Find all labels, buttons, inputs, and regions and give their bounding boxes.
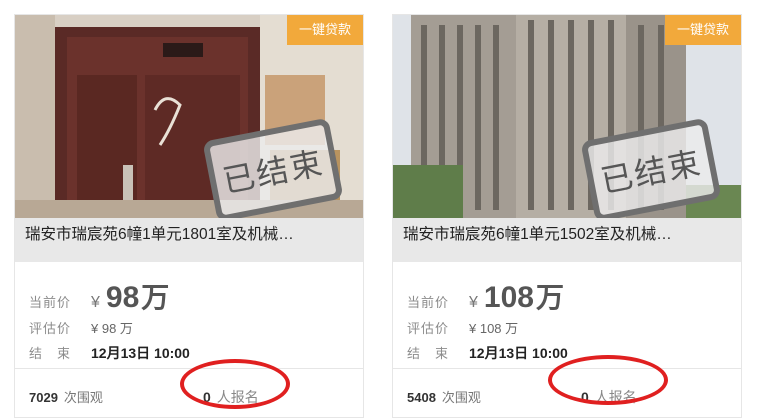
views-number: 7029 [29, 390, 58, 405]
end-time-value: 12月13日 10:00 [91, 345, 190, 361]
enroll-number: 0 [581, 389, 589, 405]
loan-tag[interactable]: 一键贷款 [664, 15, 741, 45]
listing-photo-building[interactable]: 一键贷款 已结束 [393, 15, 741, 218]
currency-symbol: ¥ [469, 294, 478, 311]
end-time-row: 结 束 12月13日 10:00 [29, 343, 190, 363]
loan-tag[interactable]: 一键贷款 [286, 15, 363, 45]
currency-symbol: ¥ [91, 294, 100, 311]
listing-photo-door[interactable]: 一键贷款 已结束 [15, 15, 363, 218]
end-time-label: 结 束 [29, 346, 72, 361]
estimate-price-value: ¥ 98 万 [91, 321, 133, 336]
listing-info: 当前价 ¥ 108 万 评估价 ¥ 108 万 结 束 12月13日 10:00 [393, 262, 741, 373]
current-price-value: 98 [105, 281, 140, 314]
end-time-row: 结 束 12月13日 10:00 [407, 343, 568, 363]
enroll-number: 0 [203, 389, 211, 405]
listing-footer: 7029 次围观 0 人报名 [15, 368, 363, 418]
listing-info: 当前价 ¥ 98 万 评估价 ¥ 98 万 结 束 12月13日 10:00 [15, 262, 363, 373]
enroll-count: 0 人报名 [581, 387, 637, 407]
listing-footer: 5408 次围观 0 人报名 [393, 368, 741, 418]
estimate-price-label: 评估价 [407, 321, 450, 336]
views-label: 次围观 [441, 390, 481, 405]
estimate-price-row: 评估价 ¥ 98 万 [29, 318, 133, 337]
estimate-price-value: ¥ 108 万 [469, 321, 519, 336]
current-price-row: 当前价 ¥ 108 万 [407, 276, 564, 316]
current-price-label: 当前价 [29, 295, 72, 310]
current-price-unit: 万 [141, 282, 170, 313]
current-price-row: 当前价 ¥ 98 万 [29, 276, 169, 316]
estimate-price-row: 评估价 ¥ 108 万 [407, 318, 518, 337]
enroll-label: 人报名 [216, 389, 259, 405]
views-count: 7029 次围观 [29, 387, 103, 406]
end-time-label: 结 束 [407, 346, 450, 361]
listing-title[interactable]: 瑞安市瑞宸苑6幢1单元1502室及机械… [393, 218, 741, 262]
current-price-label: 当前价 [407, 295, 450, 310]
enroll-count: 0 人报名 [203, 387, 259, 407]
listing-title[interactable]: 瑞安市瑞宸苑6幢1单元1801室及机械… [15, 218, 363, 262]
current-price-unit: 万 [535, 282, 564, 313]
current-price-value: 108 [483, 281, 534, 314]
views-label: 次围观 [63, 390, 103, 405]
views-number: 5408 [407, 390, 436, 405]
listing-card-1[interactable]: 一键贷款 已结束 瑞安市瑞宸苑6幢1单元1801室及机械… 当前价 ¥ 98 万… [14, 14, 364, 418]
end-time-value: 12月13日 10:00 [469, 345, 568, 361]
enroll-label: 人报名 [594, 389, 637, 405]
estimate-price-label: 评估价 [29, 321, 72, 336]
views-count: 5408 次围观 [407, 387, 481, 406]
listing-card-2[interactable]: 一键贷款 已结束 瑞安市瑞宸苑6幢1单元1502室及机械… 当前价 ¥ 108 … [392, 14, 742, 418]
